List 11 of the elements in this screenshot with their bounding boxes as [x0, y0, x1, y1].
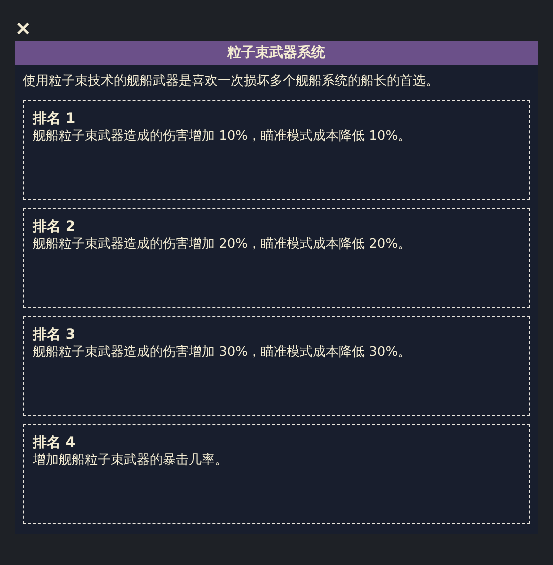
rank-description: 舰船粒子束武器造成的伤害增加 20%，瞄准模式成本降低 20%。 — [33, 236, 412, 254]
rank-description: 舰船粒子束武器造成的伤害增加 10%，瞄准模式成本降低 10%。 — [33, 128, 412, 146]
rank-title: 排名 1 — [33, 110, 77, 128]
close-button[interactable]: × — [15, 18, 27, 38]
description-text: 使用粒子束技术的舰船武器是喜欢一次损坏多个舰船系统的船长的首选。 — [22, 73, 440, 91]
rank-title: 排名 3 — [33, 326, 77, 344]
panel-title: 粒子束武器系统 — [15, 41, 538, 65]
rank-description: 增加舰船粒子束武器的暴击几率。 — [33, 452, 229, 470]
rank-description: 舰船粒子束武器造成的伤害增加 30%，瞄准模式成本降低 30%。 — [33, 344, 412, 362]
rank-title: 排名 4 — [33, 434, 77, 452]
rank-title: 排名 2 — [33, 218, 77, 236]
